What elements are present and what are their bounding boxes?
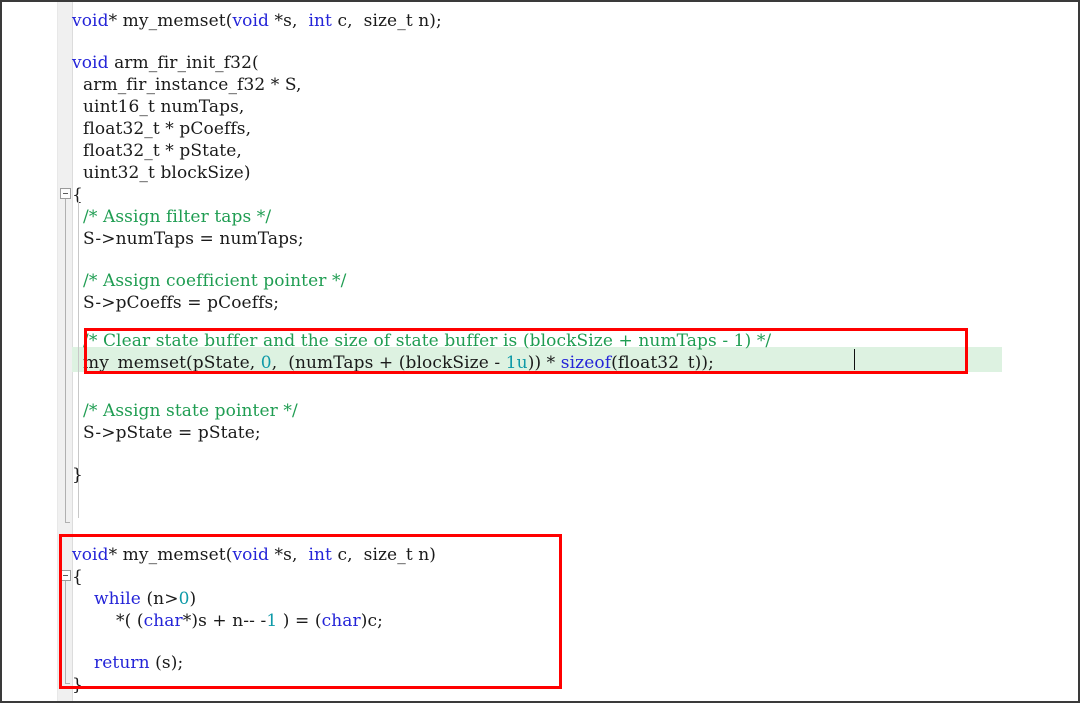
impl-param-s: *s, — [269, 545, 309, 565]
fold-guide-foot-my-memset — [65, 683, 70, 684]
code-line-memset-impl-signature[interactable]: void* my_memset(void *s, int c, size_t n… — [72, 542, 436, 568]
code-line-assign-numtaps[interactable]: S->numTaps = numTaps; — [72, 226, 304, 252]
code-line-assign-pstate[interactable]: S->pState = pState; — [72, 420, 261, 446]
keyword-void: void — [72, 11, 109, 31]
impl-tail: c, size_t n) — [332, 545, 437, 565]
keyword-void-impl: void — [72, 545, 109, 565]
keyword-int: int — [308, 11, 332, 31]
code-line-impl-close-brace[interactable]: } — [72, 672, 83, 698]
decl-name: * my_memset( — [108, 11, 233, 31]
fn-name-arm-fir-init-f32: arm_fir_init_f32( — [108, 53, 259, 73]
keyword-void-ret: void — [72, 53, 109, 73]
impl-name: * my_memset( — [108, 545, 233, 565]
while-cond-head: (n> — [140, 589, 179, 609]
code-line-param-blocksize[interactable]: uint32_t blockSize) — [72, 160, 251, 186]
code-line-my-memset-call[interactable]: my_memset(pState, 0, (numTaps + (blockSi… — [72, 350, 714, 376]
code-line-declaration[interactable]: void* my_memset(void *s, int c, size_t n… — [72, 8, 442, 34]
fold-guide-line-arm-fir-init-f32 — [65, 199, 66, 522]
memset-size-expr-tail: (float32_t)); — [611, 353, 714, 373]
keyword-while: while — [94, 589, 141, 609]
keyword-char-cast-1: char — [143, 611, 183, 631]
assign-literal-1: 1 — [266, 611, 278, 631]
memset-size-expr-head: , (numTaps + (blockSize - — [271, 353, 506, 373]
editor-window: void* my_memset(void *s, int c, size_t n… — [0, 0, 1080, 703]
keyword-void-param: void — [232, 11, 270, 31]
fold-toggle-my-memset[interactable] — [60, 570, 71, 581]
keyword-void-impl-param: void — [232, 545, 270, 565]
code-line-assign-char[interactable]: *( (char*)s + n-- -1 ) = (char)c; — [94, 608, 383, 634]
fold-guide-line-my-memset — [65, 581, 66, 683]
assign-eq: ) = ( — [277, 611, 322, 631]
assign-head: *( ( — [94, 611, 144, 631]
memset-call-head: my_memset(pState, — [72, 353, 261, 373]
decl-tail: c, size_t n); — [332, 11, 442, 31]
fold-toggle-arm-fir-init-f32[interactable] — [60, 188, 71, 199]
memset-literal-1u: 1u — [505, 353, 528, 373]
while-cond-tail: ) — [189, 589, 197, 609]
code-line-return[interactable]: return (s); — [94, 650, 183, 676]
code-text-area[interactable]: void* my_memset(void *s, int c, size_t n… — [2, 2, 1078, 701]
assign-mid: *)s + n-- - — [182, 611, 267, 631]
keyword-char-cast-2: char — [321, 611, 361, 631]
keyword-return: return — [94, 653, 150, 673]
return-expr: (s); — [149, 653, 184, 673]
assign-tail: )c; — [360, 611, 383, 631]
fold-guide-foot-arm-fir-init-f32 — [65, 522, 70, 523]
memset-arg-zero: 0 — [260, 353, 272, 373]
keyword-int-impl: int — [308, 545, 332, 565]
while-cond-zero: 0 — [178, 589, 190, 609]
keyword-sizeof: sizeof — [560, 353, 612, 373]
code-line-fn-close-brace[interactable]: } — [72, 462, 83, 488]
code-line-assign-pcoeffs[interactable]: S->pCoeffs = pCoeffs; — [72, 290, 279, 316]
decl-param-s: *s, — [269, 11, 309, 31]
code-line-impl-open-brace[interactable]: { — [72, 564, 83, 590]
memset-size-expr-mid: )) * — [527, 353, 561, 373]
